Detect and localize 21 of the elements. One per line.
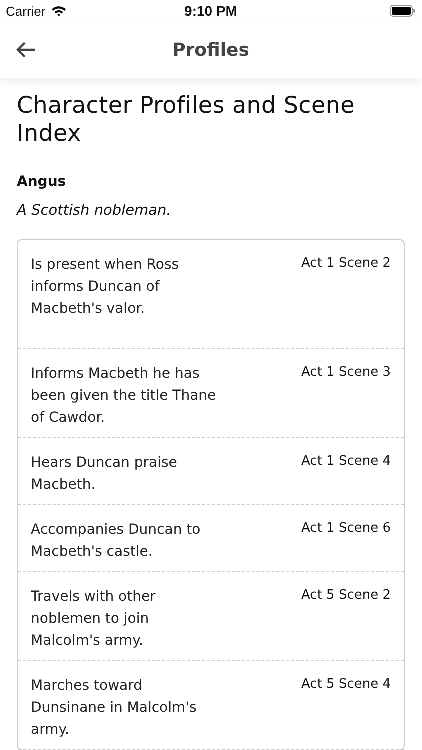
status-time: 9:10 PM <box>184 3 238 19</box>
scene-reference: Act 1 Scene 4 <box>302 453 391 471</box>
scene-reference: Act 1 Scene 2 <box>302 255 391 273</box>
scene-description: Informs Macbeth he has been given the title Thane of Cawdor. <box>31 365 218 428</box>
character-name: Angus <box>17 174 68 190</box>
scene-description: Accompanies Duncan to Macbeth's castle. <box>31 521 202 562</box>
scene-reference: Act 5 Scene 2 <box>302 587 391 605</box>
scene-description: Hears Duncan praise Macbeth. <box>31 454 178 495</box>
carrier-label: Carrier <box>6 4 46 18</box>
scene-description: Marches toward Dunsinane in Malcolm's army. <box>31 677 198 740</box>
battery-icon <box>390 5 416 17</box>
scene-reference: Act 1 Scene 3 <box>302 364 391 382</box>
scene-description: Is present when Ross informs Duncan of Macbeth's valor. <box>31 256 180 319</box>
back-arrow-icon[interactable] <box>16 41 36 59</box>
scene-reference: Act 1 Scene 6 <box>302 520 391 538</box>
scene-reference: Act 5 Scene 4 <box>302 676 391 694</box>
page-heading: Character Profiles and Scene Index <box>17 92 356 148</box>
scene-description: Travels with other noblemen to join Malcolm's army. <box>31 588 157 651</box>
character-description: A Scottish nobleman. <box>17 203 172 219</box>
wifi-icon <box>50 5 67 17</box>
nav-title: Profiles <box>172 40 250 60</box>
